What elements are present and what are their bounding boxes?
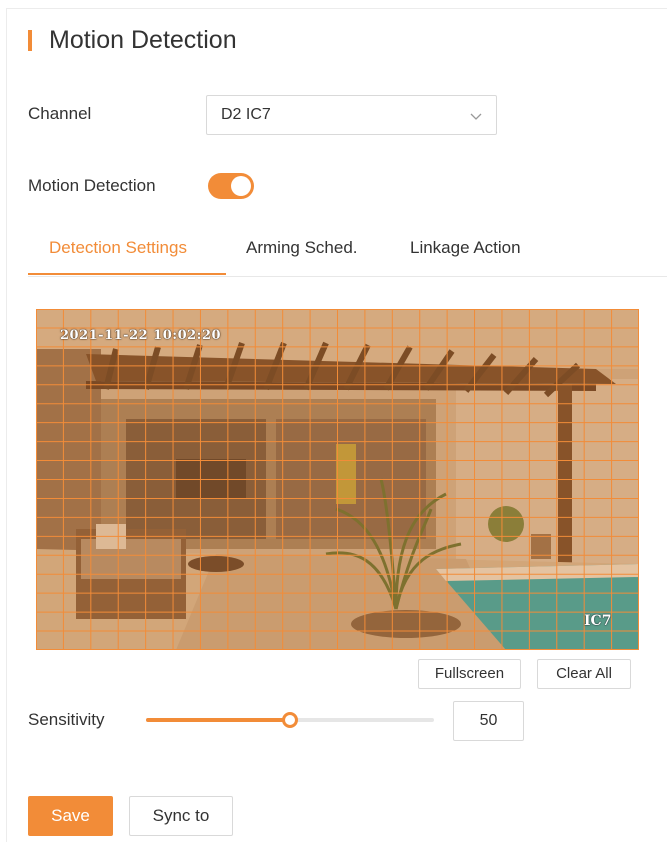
page-title: Motion Detection [49, 26, 237, 54]
active-tab-indicator [28, 273, 226, 275]
motion-detection-toggle[interactable] [208, 173, 254, 199]
sensitivity-value-input[interactable]: 50 [453, 701, 524, 741]
save-button[interactable]: Save [28, 796, 113, 836]
channel-select-value: D2 IC7 [221, 106, 271, 123]
tab-detection-settings[interactable]: Detection Settings [49, 237, 187, 259]
video-preview-area[interactable]: 2021-11-22 10:02:20 IC7 [36, 309, 639, 650]
motion-detection-label: Motion Detection [28, 176, 156, 195]
sensitivity-slider-handle[interactable] [282, 712, 298, 728]
clear-all-button[interactable]: Clear All [537, 659, 631, 689]
chevron-down-icon [470, 113, 482, 120]
toggle-knob [231, 176, 251, 196]
title-accent-bar [28, 30, 32, 51]
tab-linkage-action[interactable]: Linkage Action [410, 237, 521, 259]
sync-to-button[interactable]: Sync to [129, 796, 233, 836]
video-timestamp-overlay: 2021-11-22 10:02:20 [60, 328, 222, 343]
panel-border-top [6, 8, 667, 9]
tab-arming-schedule[interactable]: Arming Sched. [246, 237, 358, 259]
channel-label: Channel [28, 104, 92, 123]
fullscreen-button[interactable]: Fullscreen [418, 659, 521, 689]
video-channel-overlay: IC7 [584, 613, 612, 629]
tab-bar: Detection Settings Arming Sched. Linkage… [28, 233, 667, 277]
sensitivity-slider-fill [146, 718, 290, 722]
sensitivity-label: Sensitivity [28, 710, 105, 729]
motion-detection-grid[interactable] [36, 309, 639, 650]
motion-detection-panel: Motion Detection Channel D2 IC7 Motion D… [0, 0, 667, 842]
panel-border-left [6, 8, 7, 842]
channel-select[interactable]: D2 IC7 [206, 95, 497, 135]
sensitivity-slider[interactable] [146, 712, 434, 728]
